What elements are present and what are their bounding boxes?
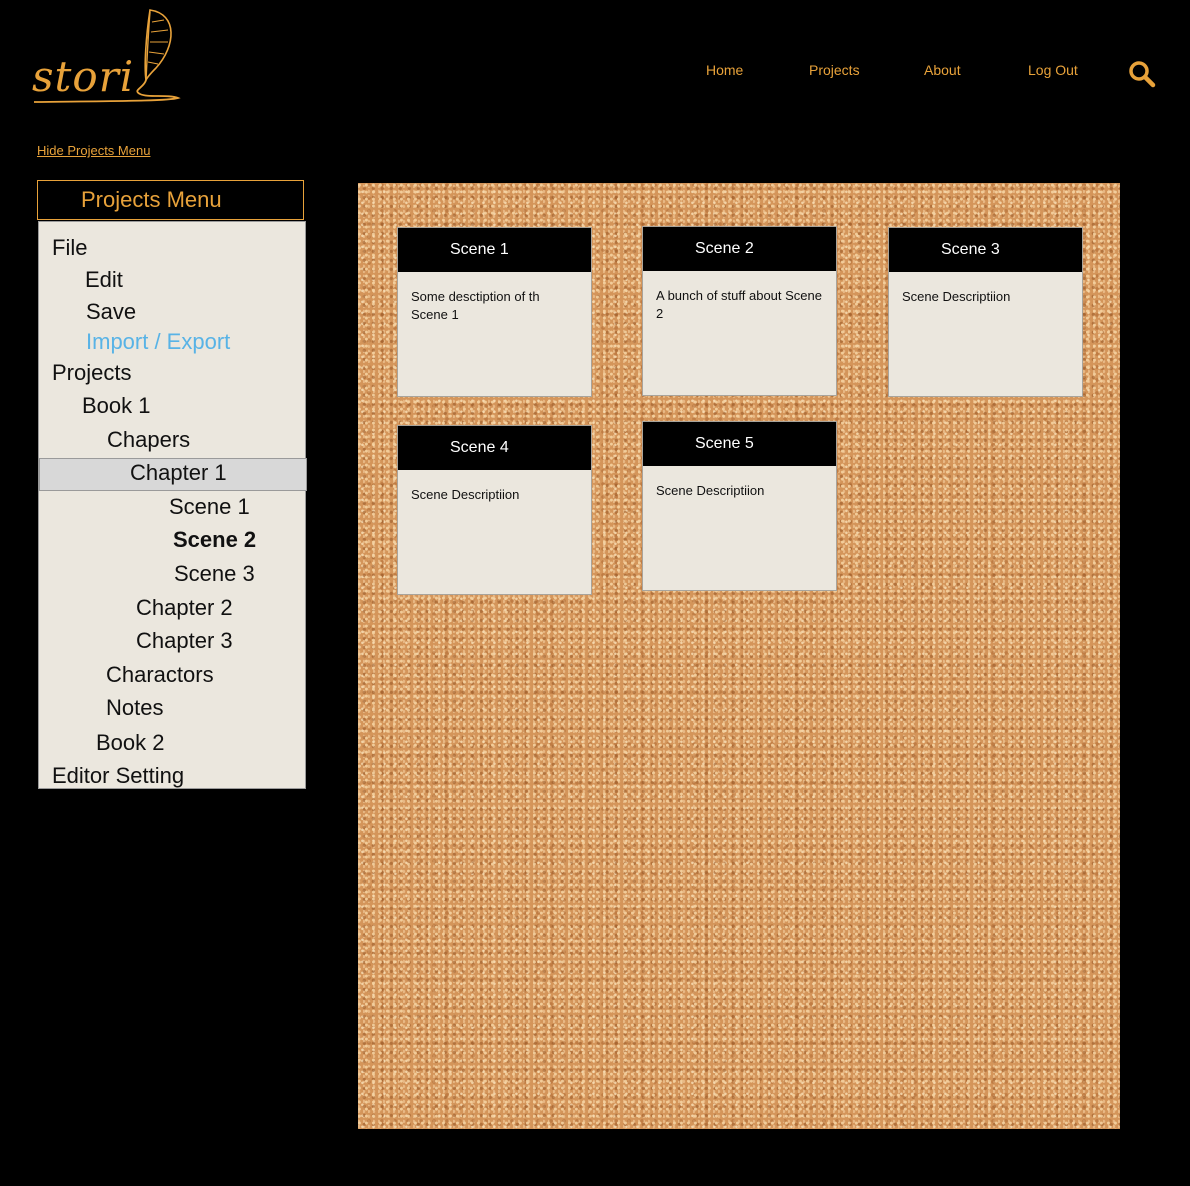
nav-log-out[interactable]: Log Out — [1028, 62, 1078, 78]
scene-card-title: Scene 1 — [450, 241, 509, 258]
search-icon[interactable] — [1128, 60, 1156, 88]
scene-card[interactable]: Scene 2 A bunch of stuff about Scene 2 — [642, 226, 837, 396]
scene-card-description: A bunch of stuff about Scene 2 — [656, 288, 822, 321]
nav-about[interactable]: About — [924, 62, 961, 78]
scene-card-title: Scene 3 — [941, 241, 1000, 258]
menu-item-chapter-1[interactable]: Chapter 1 — [130, 462, 227, 484]
scene-card-header: Scene 3 — [889, 228, 1082, 272]
hide-projects-menu-link[interactable]: Hide Projects Menu — [37, 143, 150, 158]
menu-item-edit[interactable]: Edit — [85, 269, 123, 291]
menu-item-projects[interactable]: Projects — [52, 362, 131, 384]
scene-card-title: Scene 4 — [450, 439, 509, 456]
menu-item-scene-2[interactable]: Scene 2 — [173, 529, 256, 551]
scene-card-header: Scene 1 — [398, 228, 591, 272]
menu-item-chapter-2[interactable]: Chapter 2 — [136, 597, 233, 619]
scene-card-description: Scene Descriptiion — [411, 487, 520, 502]
menu-item-chapers[interactable]: Chapers — [107, 429, 190, 451]
menu-item-book-2[interactable]: Book 2 — [96, 732, 165, 754]
scene-card-header: Scene 4 — [398, 426, 591, 470]
scene-card-title: Scene 2 — [695, 240, 754, 257]
stori-logo[interactable]: stori — [28, 6, 188, 106]
scene-card-header: Scene 2 — [643, 227, 836, 271]
menu-item-scene-3[interactable]: Scene 3 — [174, 563, 255, 585]
projects-menu-title: Projects Menu — [81, 187, 222, 212]
logo-text: stori — [32, 52, 135, 101]
scene-card-description: Scene Descriptiion — [656, 483, 765, 498]
menu-item-chapter-3[interactable]: Chapter 3 — [136, 630, 233, 652]
menu-item-scene-1[interactable]: Scene 1 — [169, 496, 250, 518]
projects-menu: File Edit Save Import / Export Projects … — [38, 221, 307, 789]
scene-card-header: Scene 5 — [643, 422, 836, 466]
menu-item-notes[interactable]: Notes — [106, 697, 163, 719]
menu-item-file[interactable]: File — [52, 237, 87, 259]
nav-home[interactable]: Home — [706, 62, 743, 78]
menu-item-save[interactable]: Save — [86, 301, 136, 323]
menu-item-import-export[interactable]: Import / Export — [86, 331, 230, 353]
menu-item-editor-setting[interactable]: Editor Setting — [52, 765, 184, 787]
nav-projects[interactable]: Projects — [809, 62, 860, 78]
menu-item-charactors[interactable]: Charactors — [106, 664, 214, 686]
scene-card[interactable]: Scene 1 Some desctiption of th Scene 1 — [397, 227, 592, 397]
scene-card-description: Some desctiption of th Scene 1 — [411, 289, 540, 322]
scene-card[interactable]: Scene 5 Scene Descriptiion — [642, 421, 837, 591]
projects-menu-header: Projects Menu — [37, 180, 304, 220]
corkboard: Scene 1 Some desctiption of th Scene 1 S… — [358, 183, 1120, 1129]
menu-item-book-1[interactable]: Book 1 — [82, 395, 151, 417]
scene-card-title: Scene 5 — [695, 435, 754, 452]
scene-card-description: Scene Descriptiion — [902, 289, 1011, 304]
scene-card[interactable]: Scene 4 Scene Descriptiion — [397, 425, 592, 595]
scene-card[interactable]: Scene 3 Scene Descriptiion — [888, 227, 1083, 397]
